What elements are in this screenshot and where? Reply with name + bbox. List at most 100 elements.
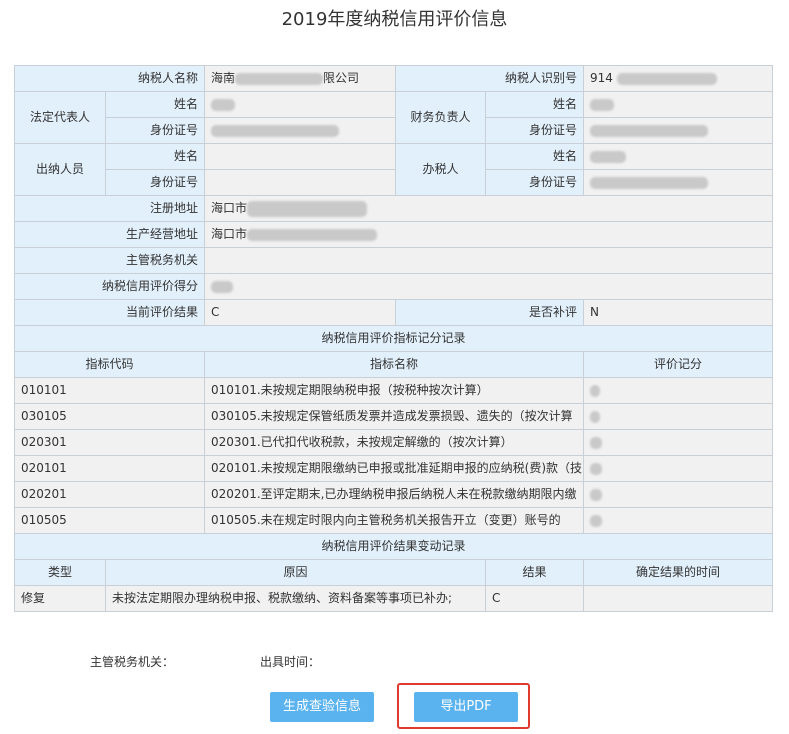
indicator-name: 030105.未按规定保管纸质发票并造成发票损毁、遗失的（按次计算 xyxy=(204,403,585,430)
redacted-mark xyxy=(247,200,368,217)
biz-address-label: 生产经营地址 xyxy=(13,221,206,248)
legal-rep-name-value xyxy=(204,91,397,118)
changes-header-type: 类型 xyxy=(14,559,106,586)
legal-rep-group-label: 法定代表人 xyxy=(14,91,106,144)
legal-rep-idcard-row: 身份证号 身份证号 xyxy=(15,117,774,144)
authority-value xyxy=(204,247,774,274)
supplement-label: 是否补评 xyxy=(395,299,585,326)
cashier-name-label: 姓名 xyxy=(104,143,206,170)
redacted-mark xyxy=(590,150,627,163)
indicator-code: 010101 xyxy=(13,377,206,404)
result-value: C xyxy=(204,299,397,326)
redacted-mark xyxy=(247,228,378,241)
credit-info-table: 纳税人名称 海南 限公司 纳税人识别号 914 法定代表人 姓名 财务负责人 姓名… xyxy=(13,65,774,612)
change-type: 修复 xyxy=(14,585,106,612)
score-label: 纳税信用评价得分 xyxy=(13,273,206,300)
cashier-idcard-row: 身份证号 身份证号 xyxy=(15,169,774,196)
changes-header-reason: 原因 xyxy=(104,559,487,586)
taxpayer-name-prefix: 海南 xyxy=(211,71,236,85)
finance-head-idcard-label: 身份证号 xyxy=(485,117,585,144)
cashier-name-value xyxy=(204,143,397,170)
changes-section-row: 纳税信用评价结果变动记录 xyxy=(13,533,774,560)
redacted-mark xyxy=(590,384,601,397)
biz-address-value: 海口市 xyxy=(204,221,774,248)
indicator-score xyxy=(583,429,774,456)
indicators-header-code: 指标代码 xyxy=(13,351,206,378)
table-row: 修复 未按法定期限办理纳税申报、税款缴纳、资料备案等事项已补办; C xyxy=(14,585,774,612)
taxpayer-id-label: 纳税人识别号 xyxy=(395,65,585,92)
indicator-name: 010101.未按规定期限纳税申报（按税种按次计算） xyxy=(204,377,585,404)
indicator-code: 030105 xyxy=(13,403,206,430)
indicator-name: 020201.至评定期末,已办理纳税申报后纳税人未在税款缴纳期限内缴 xyxy=(204,481,585,508)
indicator-name: 020101.未按规定期限缴纳已申报或批准延期申报的应纳税(费)款（技 xyxy=(204,455,585,482)
indicator-score xyxy=(583,507,774,534)
indicator-code: 010505 xyxy=(13,507,206,534)
redacted-mark xyxy=(590,514,603,527)
indicators-section-title: 纳税信用评价指标记分记录 xyxy=(13,325,774,352)
score-row: 纳税信用评价得分 xyxy=(13,273,774,300)
redacted-mark xyxy=(590,488,603,501)
indicator-code: 020101 xyxy=(13,455,206,482)
indicator-code: 020301 xyxy=(13,429,206,456)
reg-address-prefix: 海口市 xyxy=(211,201,248,215)
indicators-header-name: 指标名称 xyxy=(204,351,585,378)
change-result: C xyxy=(485,585,585,612)
redacted-mark xyxy=(616,72,717,85)
legal-rep-idcard-value xyxy=(204,117,397,144)
change-time xyxy=(583,585,774,612)
changes-header-time: 确定结果的时间 xyxy=(583,559,774,586)
reg-address-row: 注册地址 海口市 xyxy=(13,195,774,222)
changes-header-row: 类型 原因 结果 确定结果的时间 xyxy=(14,559,774,586)
indicators-section-row: 纳税信用评价指标记分记录 xyxy=(13,325,774,352)
indicator-score xyxy=(583,377,774,404)
tax-officer-idcard-label: 身份证号 xyxy=(485,169,585,196)
change-reason: 未按法定期限办理纳税申报、税款缴纳、资料备案等事项已补办; xyxy=(104,585,487,612)
finance-head-group-label: 财务负责人 xyxy=(395,91,487,144)
biz-address-prefix: 海口市 xyxy=(211,227,248,241)
table-row: 020301 020301.已代扣代收税款，未按规定解缴的（按次计算） xyxy=(13,429,774,456)
reg-address-value: 海口市 xyxy=(204,195,774,222)
generate-verification-button[interactable]: 生成查验信息 xyxy=(270,692,374,722)
redacted-mark xyxy=(211,98,236,111)
redacted-mark xyxy=(590,176,709,189)
table-row: 020101 020101.未按规定期限缴纳已申报或批准延期申报的应纳税(费)款… xyxy=(13,455,774,482)
changes-section-title: 纳税信用评价结果变动记录 xyxy=(13,533,774,560)
redacted-mark xyxy=(211,124,340,137)
indicator-score xyxy=(583,455,774,482)
finance-head-idcard-value xyxy=(583,117,774,144)
taxpayer-name-value: 海南 限公司 xyxy=(204,65,397,92)
changes-header-result: 结果 xyxy=(485,559,585,586)
taxpayer-id-prefix: 914 xyxy=(590,71,613,85)
indicator-name: 020301.已代扣代收税款，未按规定解缴的（按次计算） xyxy=(204,429,585,456)
cashier-idcard-value xyxy=(204,169,397,196)
indicator-score xyxy=(583,481,774,508)
taxpayer-name-suffix: 限公司 xyxy=(323,71,360,85)
redacted-mark xyxy=(590,436,603,449)
cashier-name-row: 出纳人员 姓名 办税人 姓名 xyxy=(14,143,774,196)
export-pdf-button[interactable]: 导出PDF xyxy=(414,692,518,722)
score-value xyxy=(204,273,774,300)
page-title: 2019年度纳税信用评价信息 xyxy=(281,9,508,30)
redacted-mark xyxy=(590,98,615,111)
indicator-score xyxy=(583,403,774,430)
table-row: 010101 010101.未按规定期限纳税申报（按税种按次计算） xyxy=(13,377,774,404)
authority-label: 主管税务机关 xyxy=(13,247,206,274)
authority-row: 主管税务机关 xyxy=(13,247,774,274)
finance-head-name-label: 姓名 xyxy=(485,91,585,118)
taxpayer-name-label: 纳税人名称 xyxy=(13,65,206,92)
supplement-value: N xyxy=(583,299,774,326)
redacted-mark xyxy=(235,72,324,85)
tax-officer-idcard-value xyxy=(583,169,774,196)
redacted-mark xyxy=(211,280,234,293)
reg-address-label: 注册地址 xyxy=(13,195,206,222)
redacted-mark xyxy=(590,462,603,475)
indicators-header-row: 指标代码 指标名称 评价记分 xyxy=(13,351,774,378)
tax-officer-group-label: 办税人 xyxy=(395,143,487,196)
indicator-name: 010505.未在规定时限内向主管税务机关报告开立（变更）账号的 xyxy=(204,507,585,534)
legal-rep-idcard-label: 身份证号 xyxy=(104,117,206,144)
taxpayer-row: 纳税人名称 海南 限公司 纳税人识别号 914 xyxy=(13,65,774,92)
legal-rep-name-label: 姓名 xyxy=(104,91,206,118)
indicator-code: 020201 xyxy=(13,481,206,508)
tax-officer-name-label: 姓名 xyxy=(485,143,585,170)
footer-authority-label: 主管税务机关： xyxy=(90,655,175,669)
